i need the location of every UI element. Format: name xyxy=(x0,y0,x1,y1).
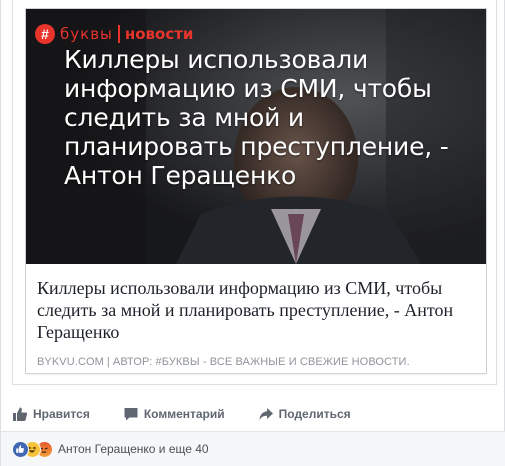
share-label: Поделиться xyxy=(278,407,351,421)
card-title[interactable]: Киллеры использовали информацию из СМИ, … xyxy=(37,277,475,343)
share-arrow-icon xyxy=(259,408,273,420)
card-meta: BYKVU.COM | АВТОР: #БУКВЫ - ВСЕ ВАЖНЫЕ И С… xyxy=(37,356,410,368)
comment-button[interactable]: Комментарий xyxy=(123,399,225,429)
comment-label: Комментарий xyxy=(143,407,225,421)
link-preview-card[interactable]: # буквы новости Киллеры использовали инф… xyxy=(25,8,487,374)
like-label: Нравится xyxy=(33,407,90,421)
like-icon xyxy=(12,440,29,458)
action-bar: Нравится Комментарий Поделиться xyxy=(12,398,497,430)
brand-logo: # буквы новости xyxy=(35,23,193,45)
brand-divider xyxy=(117,25,120,43)
facebook-post: # буквы новости Киллеры использовали инф… xyxy=(0,0,505,466)
brand-name: буквы xyxy=(60,25,113,43)
card-text-area: Киллеры использовали информацию из СМИ, … xyxy=(26,264,486,373)
like-button[interactable]: Нравится xyxy=(12,399,90,429)
hero-headline: Киллеры использовали информацию из СМИ, … xyxy=(64,45,449,190)
meta-separator: | xyxy=(106,356,110,368)
card-domain: BYKVU.COM xyxy=(37,356,104,368)
hashtag-icon: # xyxy=(35,24,55,44)
reactions-bar: Антон Геращенко и еще 40 xyxy=(1,431,505,466)
brand-section: новости xyxy=(124,25,194,43)
reactions-summary[interactable]: Антон Геращенко и еще 40 xyxy=(58,442,209,456)
link-card-container: # буквы новости Киллеры использовали инф… xyxy=(12,0,497,385)
share-button[interactable]: Поделиться xyxy=(258,399,351,429)
comment-icon xyxy=(124,408,138,421)
hero-image[interactable]: # буквы новости Киллеры использовали инф… xyxy=(26,9,486,264)
reaction-icons[interactable] xyxy=(12,440,53,458)
thumbs-up-icon xyxy=(13,407,28,421)
card-author: АВТОР: #БУКВЫ - ВСЕ ВАЖНЫЕ И СВЕЖИЕ НОВО… xyxy=(112,356,410,368)
